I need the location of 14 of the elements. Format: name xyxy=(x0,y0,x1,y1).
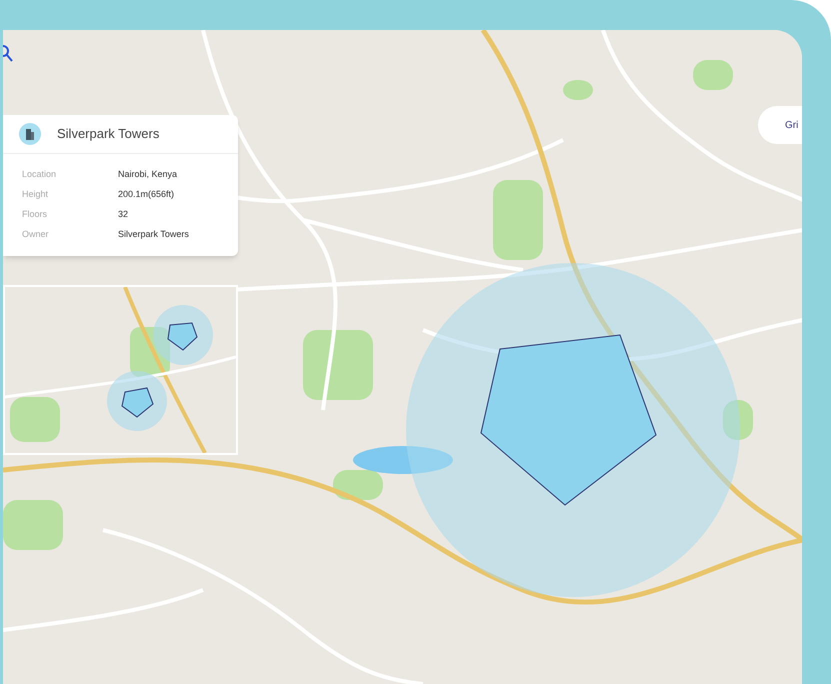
field-label: Location xyxy=(22,168,58,180)
field-value: 200.1m(656ft) xyxy=(118,188,176,200)
field-label: Owner xyxy=(22,228,50,240)
field-value: Nairobi, Kenya xyxy=(118,168,178,180)
area-polygon[interactable] xyxy=(480,334,657,506)
field-value: 32 xyxy=(118,208,130,220)
field-label: Floors xyxy=(22,208,48,220)
building-title: Silverpark Towers xyxy=(57,125,160,144)
minimap-drawing[interactable] xyxy=(5,287,236,453)
map-area[interactable]: Gri Silverpark Towers Location Nairobi, Kenya Height 200.1m(656ft) Floors 32 Owner Silverpark Towers xyxy=(3,30,802,684)
field-value: Silverpark Towers xyxy=(118,228,190,240)
map-control-button[interactable]: Gri xyxy=(758,106,802,144)
field-label: Height xyxy=(22,188,50,200)
building-icon xyxy=(19,123,41,145)
